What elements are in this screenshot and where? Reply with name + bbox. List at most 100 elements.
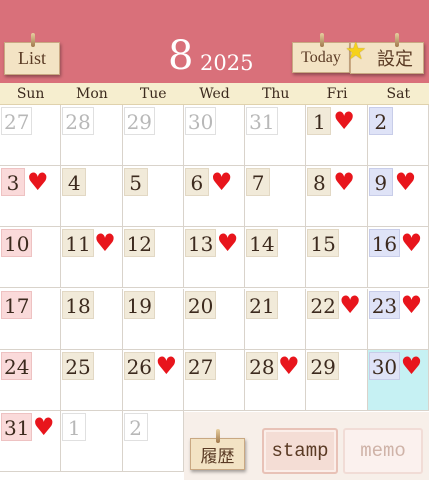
history-button[interactable]: 履歴	[190, 429, 245, 470]
list-button-label: List	[17, 48, 46, 68]
calendar-day-cell[interactable]: 30 ♥	[367, 349, 429, 411]
day-number: 31	[246, 107, 278, 135]
day-number: 29	[123, 107, 156, 135]
day-number: 31	[1, 413, 33, 441]
heart-icon: ♥	[400, 351, 423, 380]
calendar-day-cell[interactable]: 25	[61, 349, 123, 411]
day-number: 25	[62, 351, 94, 380]
heart-icon: ♥	[94, 229, 116, 258]
calendar-day-cell[interactable]: 31	[245, 105, 307, 166]
heart-icon: ♥	[33, 413, 55, 441]
day-number: 8	[307, 168, 332, 197]
calendar-day-cell[interactable]: 11 ♥	[61, 227, 123, 289]
history-button-label: 履歴	[200, 446, 235, 466]
day-number: 7	[246, 168, 271, 197]
day-number: 2	[123, 413, 148, 441]
calendar-day-cell[interactable]: 18	[61, 288, 123, 350]
calendar-day-cell[interactable]: 30	[183, 105, 246, 166]
heart-icon: ♥	[27, 168, 49, 197]
calendar-day-cell[interactable]: 28 ♥	[245, 349, 307, 411]
weekday-mon: Mon	[76, 86, 108, 102]
heart-icon: ♥	[278, 351, 300, 380]
calendar-day-cell[interactable]: 10	[0, 227, 62, 289]
heart-icon: ♥	[216, 229, 239, 258]
calendar-day-cell[interactable]: 5	[122, 166, 184, 228]
memo-button-label: memo	[360, 440, 406, 462]
calendar-day-cell[interactable]: 14	[245, 227, 307, 289]
day-number: 27	[1, 107, 33, 135]
day-number: 16	[368, 229, 401, 258]
day-number: 22	[307, 290, 339, 319]
day-number: 3	[1, 168, 25, 197]
heart-icon: ♥	[400, 229, 423, 258]
calendar-day-cell[interactable]: 1	[61, 411, 123, 472]
calendar-day-cell[interactable]: 4	[61, 166, 123, 228]
day-number: 18	[62, 290, 94, 319]
heart-icon: ♥	[394, 168, 417, 197]
calendar-day-cell[interactable]: 2	[122, 411, 184, 472]
calendar-day-cell[interactable]: 21	[245, 288, 307, 350]
calendar-day-cell[interactable]: 12	[122, 227, 184, 289]
pin-icon	[31, 33, 35, 47]
stamp-button-label: stamp	[271, 440, 329, 462]
day-number: 19	[123, 290, 156, 319]
day-number: 12	[123, 229, 156, 258]
heart-icon: ♥	[333, 168, 355, 197]
day-number: 13	[184, 229, 217, 258]
pin-icon	[216, 429, 220, 443]
calendar-day-cell[interactable]: 19	[122, 288, 184, 350]
day-number: 26	[123, 351, 156, 380]
calendar-day-cell[interactable]: 29	[306, 349, 368, 411]
day-number: 2	[368, 107, 393, 135]
calendar-day-cell[interactable]: 17	[0, 288, 62, 350]
heart-icon: ♥	[400, 290, 423, 319]
calendar-day-cell[interactable]: 28	[61, 105, 123, 166]
heart-icon: ♥	[339, 290, 361, 319]
calendar-day-cell[interactable]: 1 ♥	[306, 105, 368, 166]
day-number: 15	[307, 229, 339, 258]
calendar-day-cell[interactable]: 22 ♥	[306, 288, 368, 350]
day-number: 6	[184, 168, 209, 197]
calendar-day-cell[interactable]: 27	[183, 349, 246, 411]
stamp-button[interactable]: stamp	[262, 428, 338, 474]
calendar-day-cell[interactable]: 6 ♥	[183, 166, 246, 228]
day-number: 28	[246, 351, 278, 380]
calendar-day-cell[interactable]: 8 ♥	[306, 166, 368, 228]
memo-button[interactable]: memo	[343, 428, 423, 474]
calendar-day-cell[interactable]: 31 ♥	[0, 411, 62, 472]
weekday-header: Sun Mon Tue Wed Thu Fri Sat	[0, 83, 429, 105]
calendar-day-cell[interactable]: 29	[122, 105, 184, 166]
calendar-day-cell[interactable]: 2	[367, 105, 429, 166]
day-number: 23	[368, 290, 401, 319]
calendar-day-cell[interactable]: 15	[306, 227, 368, 289]
calendar-day-cell[interactable]: 7	[245, 166, 307, 228]
day-number: 29	[307, 351, 339, 380]
settings-button[interactable]: ★ 設定	[345, 33, 424, 74]
calendar-day-cell[interactable]: 27	[0, 105, 62, 166]
day-number: 4	[62, 168, 87, 197]
calendar-day-cell[interactable]: 20	[183, 288, 246, 350]
day-number: 14	[246, 229, 278, 258]
pin-icon	[395, 33, 399, 47]
day-number: 1	[62, 413, 87, 441]
weekday-sat: Sat	[386, 86, 411, 102]
day-number: 17	[1, 290, 33, 319]
calendar-day-cell[interactable]: 23 ♥	[367, 288, 429, 350]
month-title: 8	[168, 33, 194, 79]
today-button[interactable]: Today	[292, 33, 350, 73]
calendar-day-cell[interactable]: 13 ♥	[183, 227, 246, 289]
calendar-day-cell[interactable]: 26 ♥	[122, 349, 184, 411]
today-button-label: Today	[301, 48, 341, 66]
calendar-day-cell[interactable]: 9 ♥	[367, 166, 429, 228]
calendar-day-cell[interactable]: 16 ♥	[367, 227, 429, 289]
day-number: 9	[368, 168, 393, 197]
weekday-sun: Sun	[16, 86, 45, 102]
weekday-fri: Fri	[326, 86, 348, 102]
calendar-day-cell[interactable]: 24	[0, 349, 62, 411]
day-number: 24	[1, 351, 33, 380]
day-number: 11	[62, 229, 94, 258]
list-button[interactable]: List	[4, 33, 60, 75]
day-number: 21	[246, 290, 278, 319]
calendar-day-cell[interactable]: 3 ♥	[0, 166, 62, 228]
weekday-thu: Thu	[262, 86, 290, 102]
